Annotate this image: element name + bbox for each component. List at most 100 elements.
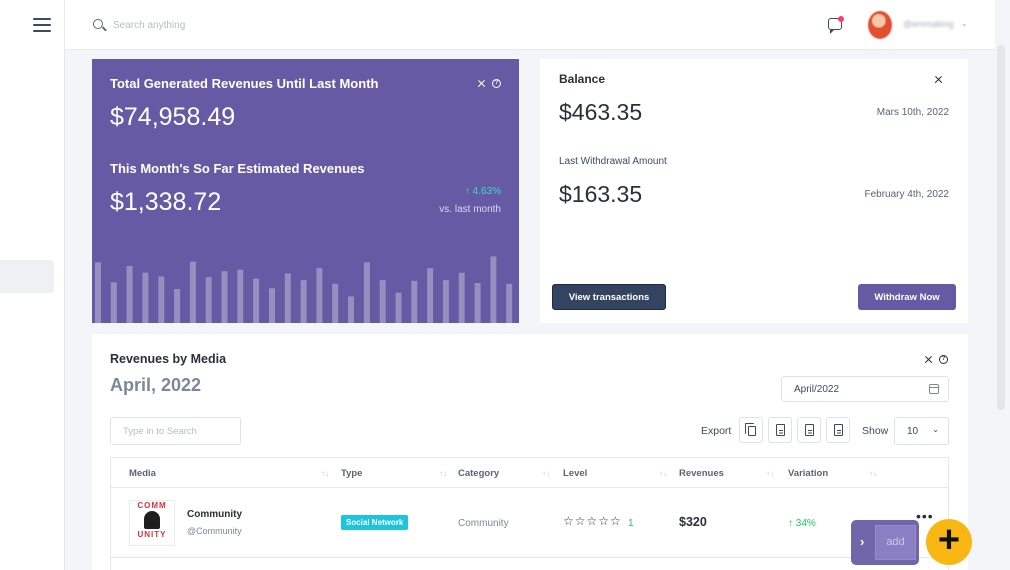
growth-percent: ↑ 4.63% (464, 186, 501, 197)
copy-icon (745, 423, 756, 436)
revenue-bar (237, 269, 244, 323)
type-badge: Social Network (341, 515, 409, 530)
balance-date: Mars 10th, 2022 (876, 107, 949, 118)
expand-icon[interactable] (924, 355, 933, 364)
export-csv-button[interactable] (768, 417, 792, 443)
withdraw-now-button[interactable]: Withdraw Now (858, 284, 956, 310)
search-icon (93, 19, 103, 29)
export-copy-button[interactable] (739, 417, 763, 443)
revenue-cell: $320 (679, 515, 707, 529)
expand-icon[interactable] (477, 79, 486, 88)
column-header-media[interactable]: Media (129, 468, 156, 479)
revenue-bar (395, 292, 402, 323)
revenue-bar (253, 278, 260, 323)
fab-panel: › add (851, 520, 919, 565)
revenue-card: Total Generated Revenues Until Last Mont… (92, 59, 519, 323)
revenue-bar (221, 271, 228, 323)
table-search-input[interactable] (110, 417, 241, 445)
expand-icon[interactable] (934, 75, 943, 84)
total-revenue-amount: $74,958.49 (110, 103, 236, 131)
media-table: Media ↑↓ Type ↑↓ Category ↑↓ Level ↑↓ Re… (110, 457, 949, 570)
notification-dot (838, 16, 844, 22)
withdrawal-label: Last Withdrawal Amount (559, 156, 667, 167)
chevron-right-icon[interactable]: › (860, 534, 864, 549)
revenue-bar (332, 283, 339, 323)
show-label: Show (862, 425, 889, 437)
revenues-by-media-card: Revenues by Media ? April, 2022 April/20… (92, 334, 968, 570)
sidebar (0, 0, 65, 570)
growth-caption: vs. last month (439, 204, 501, 215)
revenue-bar (427, 268, 434, 323)
balance-amount: $463.35 (559, 99, 643, 125)
sort-icon[interactable]: ↑↓ (766, 469, 774, 478)
revenue-bar (506, 283, 513, 323)
column-header-level[interactable]: Level (563, 468, 587, 479)
revenue-bar (300, 280, 307, 323)
revenue-bar (490, 256, 497, 323)
username[interactable]: @emmaking (903, 19, 954, 29)
revenue-bar (363, 262, 370, 323)
column-header-revenues[interactable]: Revenues (679, 468, 724, 479)
media-thumbnail: COMM UNITY (129, 500, 175, 546)
media-card-title: Revenues by Media (110, 352, 227, 366)
variation-cell: ↑ 34% (788, 518, 816, 529)
revenue-bar (284, 273, 291, 323)
menu-icon[interactable] (33, 18, 51, 32)
sort-icon[interactable]: ↑↓ (321, 469, 329, 478)
add-button[interactable]: + (926, 519, 972, 565)
sort-icon[interactable]: ↑↓ (869, 469, 877, 478)
sort-icon[interactable]: ↑↓ (439, 469, 447, 478)
column-header-type[interactable]: Type (341, 468, 362, 479)
revenue-bar (411, 280, 418, 323)
table-row[interactable]: COMM UNITY Community @Community Social N… (111, 488, 948, 558)
category-cell: Community (458, 518, 509, 529)
month-picker[interactable]: April/2022 (781, 376, 949, 402)
column-header-category[interactable]: Category (458, 468, 499, 479)
revenue-card-title: Total Generated Revenues Until Last Mont… (110, 76, 379, 91)
page-size-select[interactable]: 10 ⌄ (894, 417, 949, 445)
revenue-bar (316, 268, 323, 323)
scrollbar[interactable] (997, 45, 1005, 410)
help-icon[interactable]: ? (492, 79, 501, 88)
revenue-bar (158, 276, 165, 323)
balance-title: Balance (559, 72, 606, 86)
avatar[interactable] (868, 11, 892, 39)
file-icon (805, 424, 814, 436)
star-rating: ☆☆☆☆☆ (563, 514, 622, 528)
withdrawal-amount: $163.35 (559, 181, 643, 207)
thumbnail-text-bottom: UNITY (137, 530, 167, 539)
revenue-bar (142, 272, 149, 323)
calendar-icon (929, 384, 939, 394)
add-input[interactable]: add (875, 525, 916, 560)
revenue-bar (442, 280, 449, 323)
revenue-bar (95, 262, 101, 323)
top-bar: @emmaking ⌄ (65, 0, 995, 50)
withdrawal-date: February 4th, 2022 (864, 189, 950, 200)
revenue-bar (174, 289, 181, 323)
revenue-bar (458, 272, 465, 323)
month-revenue-title: This Month's So Far Estimated Revenues (110, 161, 365, 176)
view-transactions-button[interactable]: View transactions (552, 284, 666, 310)
file-icon (834, 424, 843, 436)
file-icon (776, 424, 785, 436)
export-excel-button[interactable] (797, 417, 821, 443)
revenue-bar (474, 283, 481, 323)
chevron-down-icon[interactable]: ⌄ (961, 19, 968, 28)
revenue-bar (126, 266, 133, 323)
month-revenue-amount: $1,338.72 (110, 188, 222, 216)
table-header: Media ↑↓ Type ↑↓ Category ↑↓ Level ↑↓ Re… (111, 458, 948, 488)
sort-icon[interactable]: ↑↓ (542, 469, 550, 478)
help-icon[interactable]: ? (939, 355, 948, 364)
sort-icon[interactable]: ↑↓ (659, 469, 667, 478)
more-options-icon[interactable]: ••• (916, 508, 934, 524)
column-header-variation[interactable]: Variation (788, 468, 828, 479)
revenue-bars (95, 256, 513, 323)
revenue-bar (348, 296, 354, 323)
level-value: 1 (628, 518, 634, 529)
month-picker-value: April/2022 (794, 384, 840, 395)
search-input[interactable] (113, 14, 413, 36)
sidebar-active-item[interactable] (0, 260, 54, 293)
export-pdf-button[interactable] (826, 417, 850, 443)
media-name[interactable]: Community (187, 509, 242, 520)
revenue-bar (110, 282, 117, 323)
